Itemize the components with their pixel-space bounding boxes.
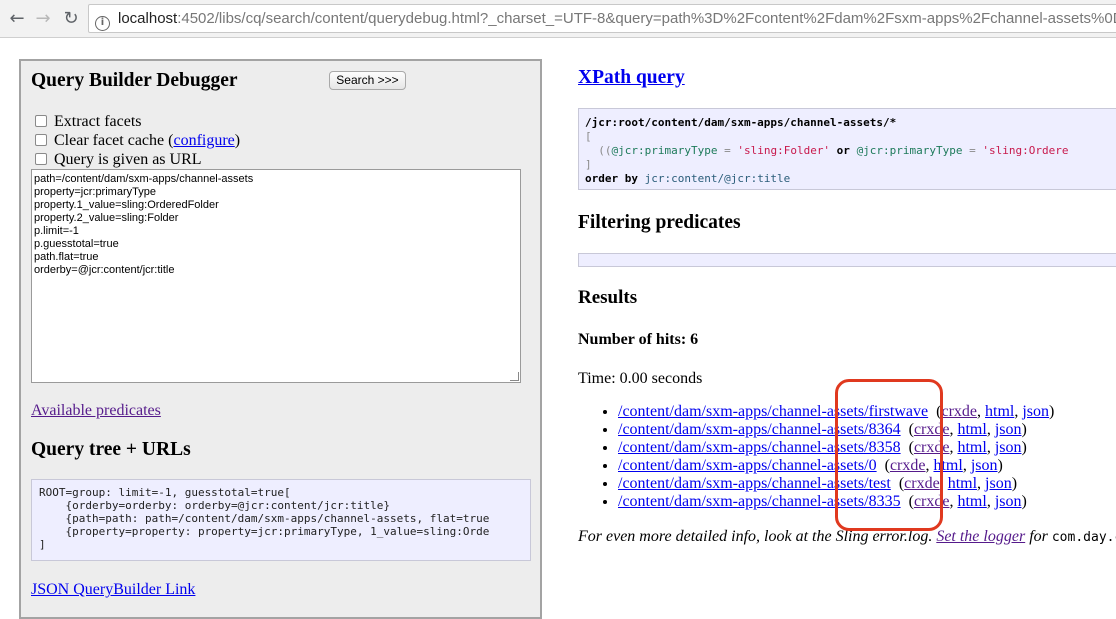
forward-arrow-icon[interactable]: → xyxy=(32,8,54,30)
list-item: /content/dam/sxm-apps/channel-assets/tes… xyxy=(618,475,1054,493)
list-item: /content/dam/sxm-apps/channel-assets/835… xyxy=(618,439,1054,457)
query-tree-box: ROOT=group: limit=-1, guesstotal=true[ {… xyxy=(31,479,531,561)
xpath-attr-2: @jcr:primaryType xyxy=(856,144,963,157)
query-as-url-row: Query is given as URL xyxy=(35,150,202,169)
xpath-indent: (( xyxy=(585,144,612,157)
xpath-box: /jcr:root/content/dam/sxm-apps/channel-a… xyxy=(578,108,1116,190)
json-link[interactable]: json xyxy=(1022,403,1049,420)
crxde-link[interactable]: crxde xyxy=(914,493,950,510)
result-path-link[interactable]: /content/dam/sxm-apps/channel-assets/fir… xyxy=(618,403,928,420)
footer-mid: for xyxy=(1025,528,1052,545)
resize-grip-icon[interactable] xyxy=(510,372,519,381)
result-path-link[interactable]: /content/dam/sxm-apps/channel-assets/0 xyxy=(618,457,877,474)
xpath-eq-1: = xyxy=(717,144,738,157)
clear-cache-checkbox[interactable] xyxy=(35,134,47,146)
json-link[interactable]: json xyxy=(995,421,1022,438)
xpath-order-line: order by jcr:content/@jcr:title xyxy=(585,172,1116,186)
extract-facets-row: Extract facets xyxy=(35,112,142,131)
query-tree-title: Query tree + URLs xyxy=(31,439,191,460)
search-button[interactable]: Search >>> xyxy=(329,71,406,90)
set-logger-link[interactable]: Set the logger xyxy=(936,528,1025,545)
footer-prefix: For even more detailed info, look at the… xyxy=(578,528,937,545)
result-path-link[interactable]: /content/dam/sxm-apps/channel-assets/835… xyxy=(618,439,901,456)
list-item: /content/dam/sxm-apps/channel-assets/836… xyxy=(618,421,1054,439)
html-link[interactable]: html xyxy=(957,421,986,438)
browser-toolbar: ← → ↻ i localhost:4502/libs/cq/search/con… xyxy=(0,0,1116,38)
clear-cache-row: Clear facet cache (configure) xyxy=(35,131,240,150)
extract-facets-checkbox[interactable] xyxy=(35,115,47,127)
query-as-url-label: Query is given as URL xyxy=(54,151,202,168)
result-path-link[interactable]: /content/dam/sxm-apps/channel-assets/tes… xyxy=(618,475,891,492)
address-bar[interactable]: i localhost:4502/libs/cq/search/content/q… xyxy=(88,4,1116,33)
xpath-predicate-line: ((@jcr:primaryType = 'sling:Folder' or @… xyxy=(585,144,1116,158)
clear-cache-suffix: ) xyxy=(234,132,241,149)
query-textarea[interactable]: path=/content/dam/sxm-apps/channel-asset… xyxy=(31,169,521,383)
results-title: Results xyxy=(578,287,638,308)
xpath-attr-1: @jcr:primaryType xyxy=(611,144,718,157)
html-link[interactable]: html xyxy=(957,439,986,456)
clear-cache-label: Clear facet cache ( xyxy=(54,132,174,149)
query-as-url-checkbox[interactable] xyxy=(35,153,47,165)
json-querybuilder-link[interactable]: JSON QueryBuilder Link xyxy=(31,581,195,599)
result-path-link[interactable]: /content/dam/sxm-apps/channel-assets/833… xyxy=(618,493,901,510)
crxde-link[interactable]: crxde xyxy=(904,475,940,492)
result-path-link[interactable]: /content/dam/sxm-apps/channel-assets/836… xyxy=(618,421,901,438)
json-link[interactable]: json xyxy=(985,475,1012,492)
configure-link[interactable]: configure xyxy=(173,132,234,149)
query-tree-text: ROOT=group: limit=-1, guesstotal=true[ {… xyxy=(39,486,490,551)
page-title: Query Builder Debugger xyxy=(31,70,238,91)
xpath-value-2: 'sling:Ordere xyxy=(982,144,1069,157)
footer-code: com.day.c xyxy=(1051,530,1116,545)
html-link[interactable]: html xyxy=(933,457,962,474)
html-link[interactable]: html xyxy=(957,493,986,510)
list-item: /content/dam/sxm-apps/channel-assets/833… xyxy=(618,493,1054,511)
hits-count: Number of hits: 6 xyxy=(578,331,699,348)
list-item: /content/dam/sxm-apps/channel-assets/0 (… xyxy=(618,457,1054,475)
crxde-link[interactable]: crxde xyxy=(941,403,977,420)
crxde-link[interactable]: crxde xyxy=(914,439,950,456)
filtering-predicates-title: Filtering predicates xyxy=(578,212,741,233)
json-link[interactable]: json xyxy=(971,457,998,474)
query-text: path=/content/dam/sxm-apps/channel-asset… xyxy=(34,173,254,276)
xpath-order-value: jcr:content/@jcr:title xyxy=(637,172,791,185)
reload-icon[interactable]: ↻ xyxy=(60,8,82,30)
footer-note: For even more detailed info, look at the… xyxy=(578,528,1116,546)
query-time: Time: 0.00 seconds xyxy=(578,370,703,387)
xpath-or: or xyxy=(830,144,857,157)
url-path: :4502/libs/cq/search/content/querydebug.… xyxy=(177,10,1116,27)
available-predicates-link[interactable]: Available predicates xyxy=(31,402,161,420)
extract-facets-label: Extract facets xyxy=(54,113,142,130)
xpath-close-bracket: ] xyxy=(585,158,592,171)
crxde-link[interactable]: crxde xyxy=(914,421,950,438)
xpath-eq-2: = xyxy=(962,144,983,157)
info-icon[interactable]: i xyxy=(95,16,110,31)
results-list: /content/dam/sxm-apps/channel-assets/fir… xyxy=(578,403,1054,511)
list-item: /content/dam/sxm-apps/channel-assets/fir… xyxy=(618,403,1054,421)
xpath-order-keyword: order by xyxy=(585,172,638,185)
url-host: localhost xyxy=(118,10,178,27)
xpath-query-link[interactable]: XPath query xyxy=(578,67,685,89)
xpath-path: /jcr:root/content/dam/sxm-apps/channel-a… xyxy=(585,116,897,129)
back-arrow-icon[interactable]: ← xyxy=(6,8,28,30)
html-link[interactable]: html xyxy=(948,475,977,492)
json-link[interactable]: json xyxy=(995,493,1022,510)
html-link[interactable]: html xyxy=(985,403,1014,420)
json-link[interactable]: json xyxy=(995,439,1022,456)
query-builder-panel: Query Builder Debugger Search >>> Extrac… xyxy=(19,59,542,619)
xpath-open-bracket: [ xyxy=(585,130,592,143)
filtering-predicates-box xyxy=(578,253,1116,267)
crxde-link[interactable]: crxde xyxy=(890,457,926,474)
xpath-value-1: 'sling:Folder' xyxy=(737,144,831,157)
